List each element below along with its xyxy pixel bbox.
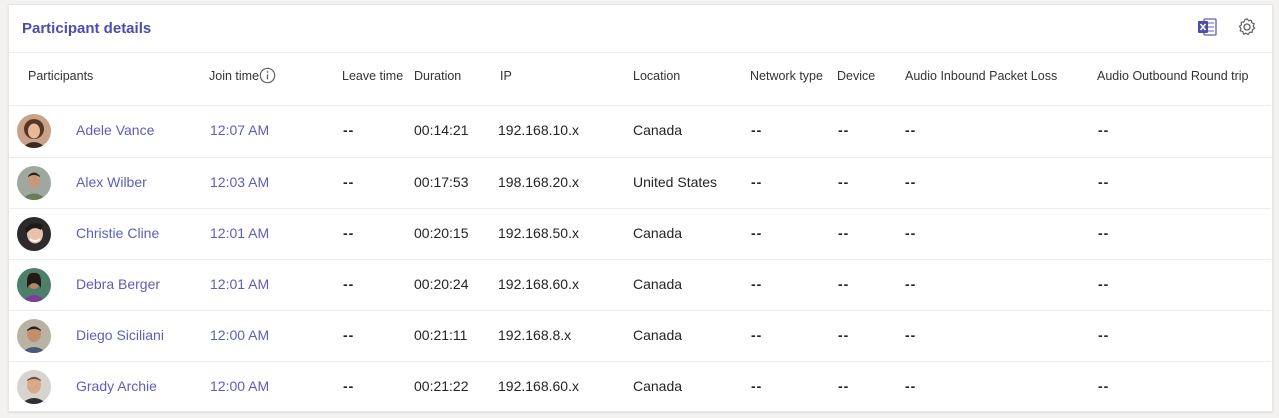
join-time-value: 12:01 AM	[210, 225, 270, 241]
ip-value: 192.168.60.x	[498, 276, 579, 292]
location-value: Canada	[633, 225, 683, 241]
ip-value: 192.168.8.x	[498, 327, 572, 343]
duration-value: 00:21:22	[414, 378, 469, 394]
duration-value: 00:20:24	[414, 276, 469, 292]
device-value: --	[838, 122, 850, 138]
join-time-value: 12:07 AM	[210, 122, 270, 138]
network-type-value: --	[751, 378, 763, 394]
col-header-device[interactable]: Device	[837, 69, 875, 83]
location-value: Canada	[633, 276, 683, 292]
duration-value: 00:20:15	[414, 225, 469, 241]
audio-outbound-value: --	[1098, 327, 1110, 343]
network-type-value: --	[751, 174, 763, 190]
audio-outbound-value: --	[1098, 276, 1110, 292]
ip-value: 192.168.50.x	[498, 225, 579, 241]
device-value: --	[838, 174, 850, 190]
col-header-duration[interactable]: Duration	[414, 69, 461, 83]
network-type-value: --	[751, 327, 763, 343]
leave-time-value: --	[343, 174, 355, 190]
location-value: Canada	[633, 327, 683, 343]
leave-time-value: --	[343, 122, 355, 138]
audio-inbound-value: --	[905, 122, 917, 138]
location-value: Canada	[633, 378, 683, 394]
audio-inbound-value: --	[905, 378, 917, 394]
device-value: --	[838, 225, 850, 241]
audio-outbound-value: --	[1098, 122, 1110, 138]
audio-inbound-value: --	[905, 225, 917, 241]
location-value: Canada	[633, 122, 683, 138]
network-type-value: --	[751, 225, 763, 241]
participant-name[interactable]: Grady Archie	[76, 378, 157, 394]
duration-value: 00:21:11	[414, 327, 468, 343]
col-header-leave-time[interactable]: Leave time	[342, 69, 403, 83]
device-value: --	[838, 378, 850, 394]
audio-inbound-value: --	[905, 174, 917, 190]
ip-value: 192.168.60.x	[498, 378, 579, 394]
join-time-value: 12:01 AM	[210, 276, 270, 292]
participant-name[interactable]: Christie Cline	[76, 225, 159, 241]
location-value: United States	[633, 174, 718, 190]
duration-value: 00:17:53	[414, 174, 469, 190]
export-excel-button[interactable]	[1196, 17, 1218, 41]
gear-icon	[1237, 17, 1257, 42]
excel-icon	[1197, 17, 1217, 41]
join-time-value: 12:00 AM	[210, 378, 270, 394]
info-icon[interactable]	[259, 67, 276, 89]
settings-button[interactable]	[1236, 17, 1258, 42]
audio-outbound-value: --	[1098, 174, 1110, 190]
ip-value: 198.168.20.x	[498, 174, 579, 190]
join-time-value: 12:00 AM	[210, 327, 270, 343]
leave-time-value: --	[343, 276, 355, 292]
header-actions	[1196, 17, 1258, 42]
audio-inbound-value: --	[905, 327, 917, 343]
join-time-value: 12:03 AM	[210, 174, 270, 190]
col-header-ip[interactable]: IP	[500, 69, 512, 83]
participant-name[interactable]: Debra Berger	[76, 276, 160, 292]
col-header-join-time[interactable]: Join time	[209, 69, 259, 83]
network-type-value: --	[751, 122, 763, 138]
col-header-audio-inbound[interactable]: Audio Inbound Packet Loss	[905, 69, 1057, 83]
col-header-participants[interactable]: Participants	[28, 69, 93, 83]
audio-outbound-value: --	[1098, 225, 1110, 241]
col-header-network-type[interactable]: Network type	[750, 69, 823, 83]
device-value: --	[838, 327, 850, 343]
panel-header: Participant details	[9, 5, 1272, 53]
leave-time-value: --	[343, 327, 355, 343]
participant-name[interactable]: Alex Wilber	[76, 174, 147, 190]
device-value: --	[838, 276, 850, 292]
leave-time-value: --	[343, 225, 355, 241]
col-header-location[interactable]: Location	[633, 69, 680, 83]
participant-name[interactable]: Adele Vance	[76, 122, 154, 138]
panel-title: Participant details	[22, 20, 152, 37]
leave-time-value: --	[343, 378, 355, 394]
network-type-value: --	[751, 276, 763, 292]
ip-value: 192.168.10.x	[498, 122, 579, 138]
duration-value: 00:14:21	[414, 122, 469, 138]
audio-outbound-value: --	[1098, 378, 1110, 394]
col-header-audio-outbound[interactable]: Audio Outbound Round trip	[1097, 69, 1249, 83]
participant-name[interactable]: Diego Siciliani	[76, 327, 164, 343]
audio-inbound-value: --	[905, 276, 917, 292]
